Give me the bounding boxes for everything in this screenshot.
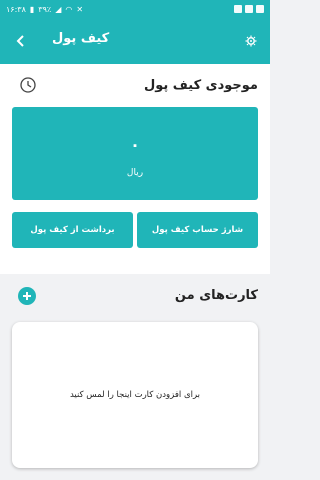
status-bar: ۱۶:۳۸ ▮ ۳۹٪ ◢ ◠ ✕	[0, 0, 270, 18]
add-card-hint: برای افزودن کارت اینجا را لمس کنید	[69, 390, 201, 400]
shield-icon	[245, 5, 253, 13]
balance-title: موجودی کیف پول	[143, 78, 258, 93]
add-card-area[interactable]: برای افزودن کارت اینجا را لمس کنید	[12, 322, 258, 468]
currency-label: ریال	[126, 168, 144, 178]
chevron-left-icon	[16, 35, 24, 47]
battery-icon: ▮	[29, 4, 35, 14]
notification-icon	[234, 5, 242, 13]
mute-icon: ✕	[76, 4, 84, 14]
history-button[interactable]	[18, 75, 38, 95]
page-title: کیف پول	[52, 31, 110, 46]
image-icon	[256, 5, 264, 13]
status-right	[234, 5, 264, 13]
back-button[interactable]	[10, 30, 32, 52]
balance-card: ۰ ریال	[12, 107, 258, 200]
settings-button[interactable]	[242, 32, 260, 50]
status-time: ۱۶:۳۸	[6, 4, 26, 14]
status-battery: ۳۹٪	[38, 4, 52, 14]
status-left: ۱۶:۳۸ ▮ ۳۹٪ ◢ ◠ ✕	[6, 5, 83, 14]
charge-wallet-button[interactable]: شارژ حساب کیف پول	[137, 212, 258, 248]
withdraw-wallet-button[interactable]: برداشت از کیف پول	[12, 212, 133, 248]
gear-icon	[245, 35, 257, 47]
balance-value: ۰	[130, 135, 140, 154]
wifi-icon: ◠	[65, 4, 73, 14]
app-bar: کیف پول	[0, 18, 270, 64]
cards-title: کارت‌های من	[174, 288, 258, 303]
history-icon	[20, 77, 36, 93]
plus-icon	[23, 292, 31, 300]
add-card-button[interactable]	[18, 287, 36, 305]
signal-icon: ◢	[55, 4, 62, 14]
